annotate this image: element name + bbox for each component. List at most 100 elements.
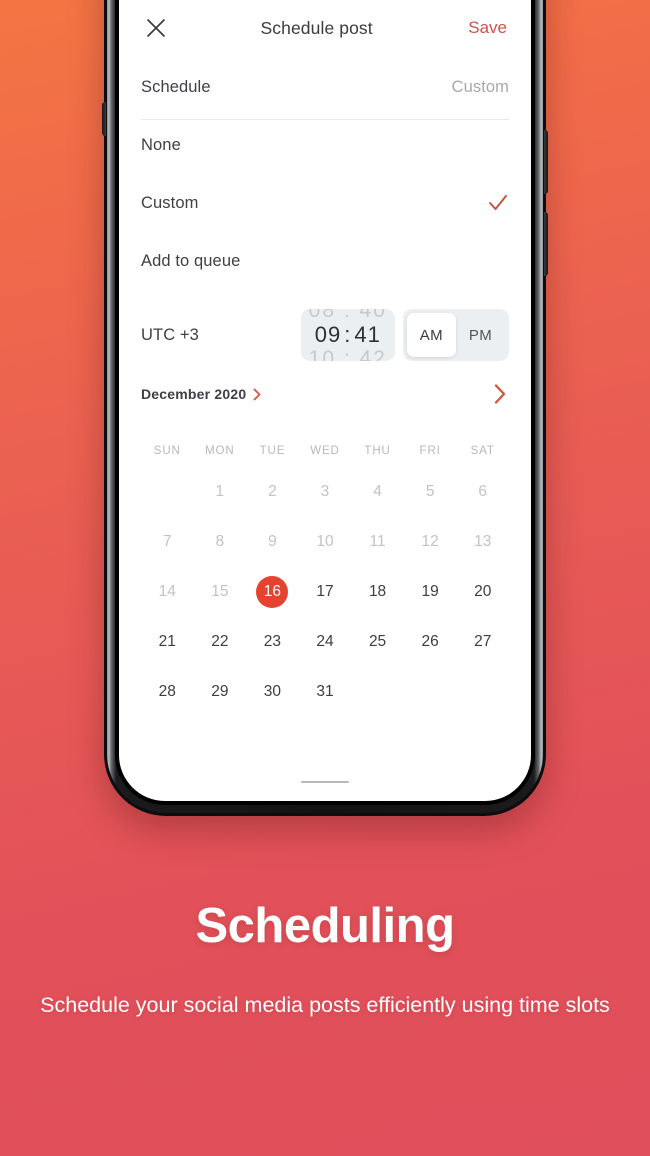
calendar-cell: 21 bbox=[141, 617, 194, 667]
calendar-cell: 30 bbox=[246, 667, 299, 717]
schedule-option-label: Custom bbox=[141, 193, 199, 212]
promo-headline: Scheduling bbox=[195, 899, 455, 953]
calendar-week-row: 7 8 9 10 11 12 13 bbox=[141, 517, 509, 567]
calendar-cell: 2 bbox=[246, 467, 299, 517]
calendar-weekday: WED bbox=[310, 445, 340, 457]
timezone-label: UTC +3 bbox=[141, 325, 199, 344]
calendar-cell: 25 bbox=[351, 617, 404, 667]
calendar-day[interactable]: 23 bbox=[256, 626, 288, 658]
calendar-weekday: THU bbox=[364, 445, 391, 457]
time-picker-row: UTC +3 08 : 40 09:41 10 : 42 AM PM bbox=[141, 309, 509, 361]
calendar-cell bbox=[404, 667, 457, 717]
calendar-week-row: 28 29 30 31 bbox=[141, 667, 509, 717]
time-minute: 41 bbox=[354, 322, 381, 347]
calendar-cell: 18 bbox=[351, 567, 404, 617]
time-wheel-current-value: 09:41 bbox=[315, 322, 381, 348]
calendar-cell: 13 bbox=[456, 517, 509, 567]
calendar-cell: 24 bbox=[299, 617, 352, 667]
calendar-day[interactable]: 21 bbox=[151, 626, 183, 658]
calendar-cell: 15 bbox=[194, 567, 247, 617]
calendar-day[interactable]: 17 bbox=[309, 576, 341, 608]
phone-device-mockup: Schedule post Save Schedule Custom None … bbox=[102, 0, 548, 816]
calendar-day: 6 bbox=[478, 483, 488, 500]
time-separator: : bbox=[344, 322, 352, 347]
schedule-option-custom[interactable]: Custom bbox=[141, 183, 509, 223]
calendar-day-empty bbox=[151, 476, 183, 508]
divider bbox=[141, 119, 509, 120]
calendar-day[interactable]: 30 bbox=[256, 676, 288, 708]
schedule-option-label: Add to queue bbox=[141, 251, 241, 270]
calendar-cell: 29 bbox=[194, 667, 247, 717]
phone-volume-down-button[interactable] bbox=[544, 212, 548, 276]
calendar-day[interactable]: 27 bbox=[467, 626, 499, 658]
calendar-week-row: 1 2 3 4 5 6 bbox=[141, 467, 509, 517]
calendar-day-empty bbox=[414, 676, 446, 708]
calendar-cell: 5 bbox=[404, 467, 457, 517]
schedule-summary-row[interactable]: Schedule Custom bbox=[141, 67, 509, 107]
calendar-cell: 28 bbox=[141, 667, 194, 717]
calendar-day: 8 bbox=[215, 533, 225, 550]
calendar-cell bbox=[351, 667, 404, 717]
calendar-day[interactable]: 20 bbox=[467, 576, 499, 608]
calendar-day: 15 bbox=[211, 583, 229, 600]
calendar-weekday: TUE bbox=[259, 445, 286, 457]
schedule-option-add-to-queue[interactable]: Add to queue bbox=[141, 241, 509, 281]
calendar-cell: 6 bbox=[456, 467, 509, 517]
app-screen: Schedule post Save Schedule Custom None … bbox=[119, 0, 531, 801]
home-indicator bbox=[301, 781, 349, 783]
calendar-day[interactable]: 19 bbox=[414, 576, 446, 608]
meridiem-option-pm[interactable]: PM bbox=[456, 313, 505, 357]
calendar-weeks: 1 2 3 4 5 6 7 8 9 10 11 12 13 14 15 16 17 18 19 20 21 22 23 24 2… bbox=[141, 467, 509, 717]
calendar-day[interactable]: 31 bbox=[309, 676, 341, 708]
schedule-summary-label: Schedule bbox=[141, 77, 211, 96]
page-title: Schedule post bbox=[260, 17, 373, 38]
calendar-week-row: 14 15 16 17 18 19 20 bbox=[141, 567, 509, 617]
calendar-month-label[interactable]: December 2020 bbox=[141, 386, 246, 402]
phone-silent-switch[interactable] bbox=[102, 102, 106, 136]
calendar-day: 14 bbox=[158, 583, 176, 600]
meridiem-option-am[interactable]: AM bbox=[406, 313, 456, 357]
phone-volume-up-button[interactable] bbox=[544, 130, 548, 194]
calendar-cell: 27 bbox=[456, 617, 509, 667]
calendar-day[interactable]: 29 bbox=[204, 676, 236, 708]
schedule-option-label: None bbox=[141, 135, 181, 154]
calendar-cell: 26 bbox=[404, 617, 457, 667]
calendar-day: 7 bbox=[162, 533, 172, 550]
calendar-weekday: SAT bbox=[470, 445, 495, 457]
calendar-cell: 16 bbox=[246, 567, 299, 617]
calendar-day: 13 bbox=[474, 533, 492, 550]
calendar-day[interactable]: 18 bbox=[362, 576, 394, 608]
calendar-day: 10 bbox=[316, 533, 334, 550]
schedule-option-none[interactable]: None bbox=[141, 125, 509, 165]
calendar-day: 12 bbox=[421, 533, 439, 550]
save-button[interactable]: Save bbox=[468, 18, 509, 38]
calendar-day-empty bbox=[362, 676, 394, 708]
calendar-day[interactable]: 26 bbox=[414, 626, 446, 658]
calendar-cell: 14 bbox=[141, 567, 194, 617]
calendar-day-selected[interactable]: 16 bbox=[256, 576, 289, 608]
calendar-day: 11 bbox=[369, 533, 386, 550]
time-hour: 09 bbox=[314, 322, 342, 347]
chevron-right-icon[interactable] bbox=[253, 388, 261, 401]
calendar-week-row: 21 22 23 24 25 26 27 bbox=[141, 617, 509, 667]
calendar-cell: 19 bbox=[404, 567, 457, 617]
calendar-cell: 8 bbox=[194, 517, 247, 567]
calendar-day[interactable]: 28 bbox=[151, 676, 183, 708]
calendar-day[interactable]: 24 bbox=[309, 626, 341, 658]
time-controls: 08 : 40 09:41 10 : 42 AM PM bbox=[300, 309, 509, 361]
screenshot-root: Schedule post Save Schedule Custom None … bbox=[0, 0, 650, 1156]
time-wheel-previous-value: 08 : 40 bbox=[308, 309, 387, 322]
calendar-day[interactable]: 22 bbox=[204, 626, 236, 658]
calendar-day-empty bbox=[467, 676, 499, 708]
time-wheel-picker[interactable]: 08 : 40 09:41 10 : 42 bbox=[300, 309, 395, 361]
calendar-weekday: SUN bbox=[153, 445, 181, 457]
calendar-cell: 3 bbox=[299, 467, 352, 517]
calendar-next-month-icon[interactable] bbox=[493, 383, 509, 405]
calendar-day[interactable]: 25 bbox=[362, 626, 394, 658]
calendar-cell: 23 bbox=[246, 617, 299, 667]
time-wheel-next-value: 10 : 42 bbox=[308, 347, 387, 361]
calendar-header: December 2020 bbox=[141, 381, 509, 407]
meridiem-toggle: AM PM bbox=[402, 309, 509, 361]
calendar-day: 2 bbox=[268, 483, 277, 500]
promo-subline: Schedule your social media posts efficie… bbox=[40, 993, 610, 1017]
